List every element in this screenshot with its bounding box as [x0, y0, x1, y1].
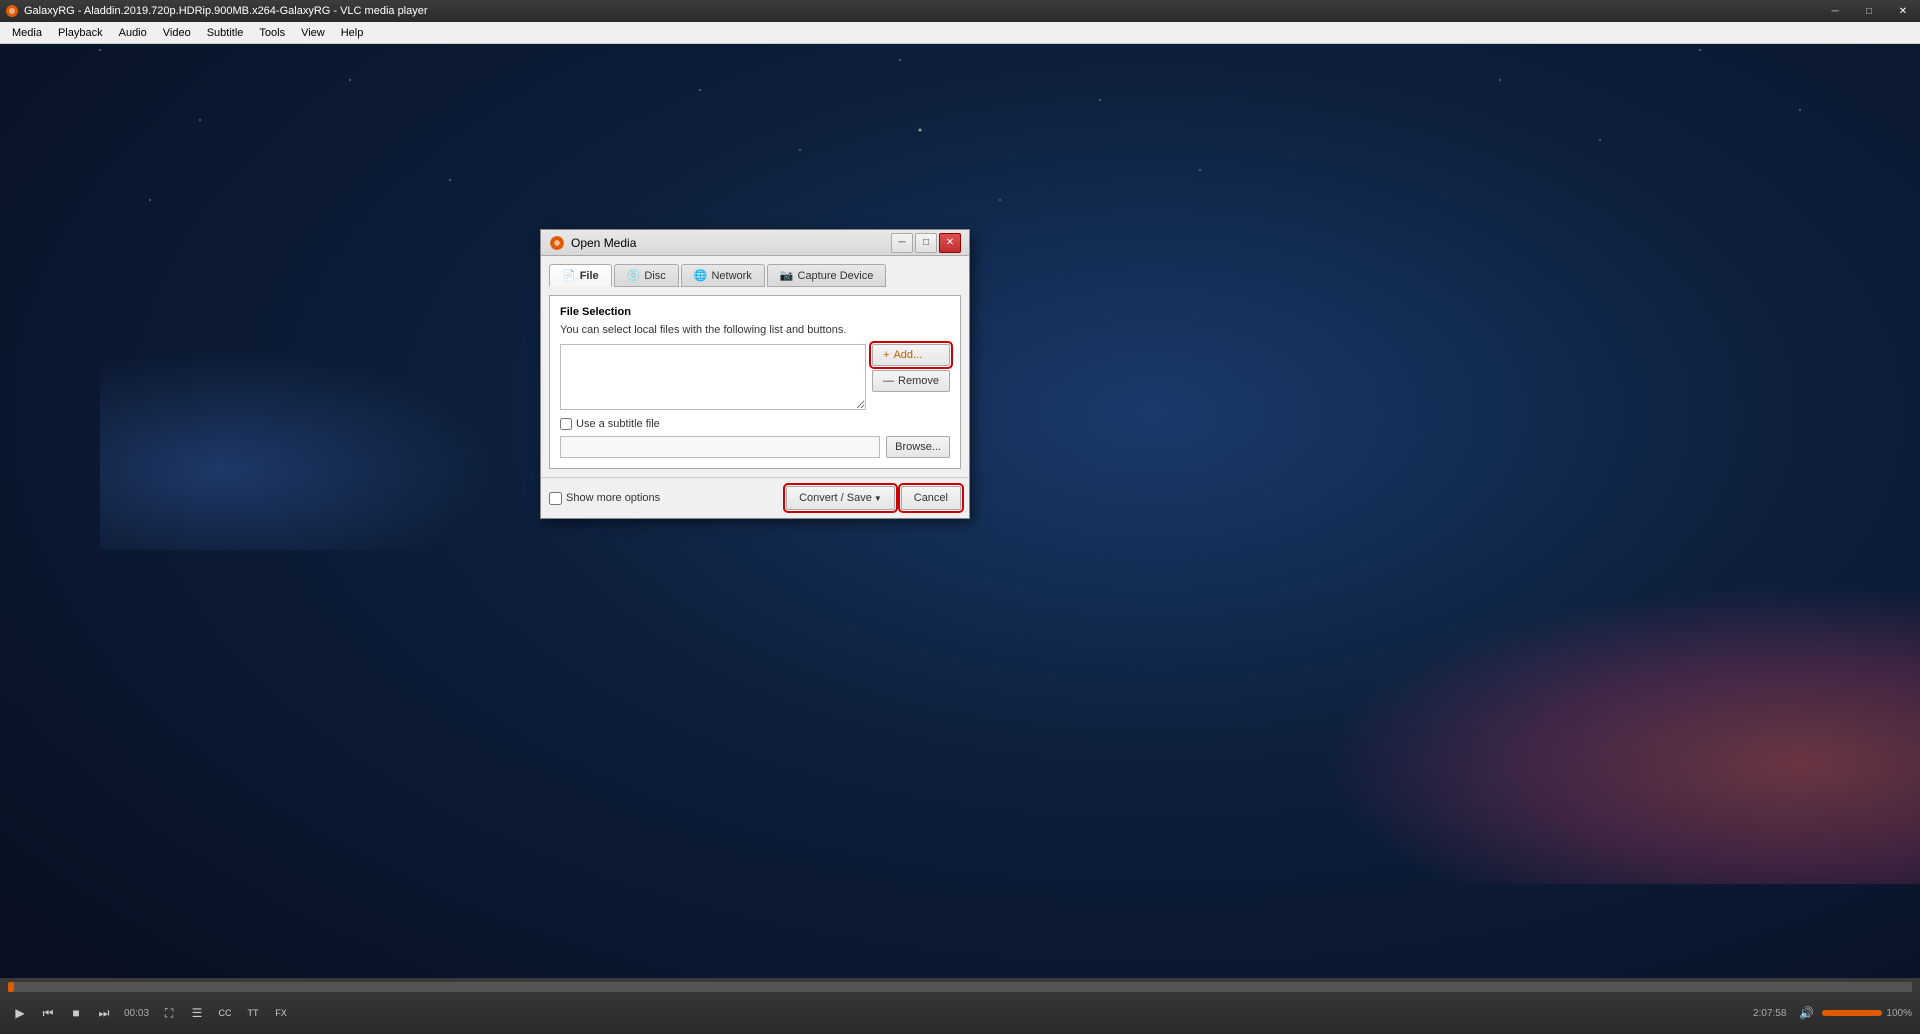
tab-file-label: File — [580, 270, 599, 282]
volume-area: 🔊 100% — [1794, 1001, 1912, 1025]
subtitle-input[interactable] — [560, 436, 880, 458]
titlebar-buttons: ─ □ ✕ — [1818, 0, 1920, 22]
tab-bar: 📄 File 💿 Disc 🌐 Network 📷 Capture Device — [549, 264, 961, 287]
convert-save-button[interactable]: Convert / Save ▼ — [786, 486, 895, 510]
file-section-title: File Selection — [560, 306, 950, 318]
minimize-button[interactable]: ─ — [1818, 0, 1852, 22]
tab-disc[interactable]: 💿 Disc — [614, 264, 679, 287]
prev-button[interactable]: ⏮ — [36, 1001, 60, 1025]
time-current: 00:03 — [124, 1008, 149, 1019]
next-button[interactable]: ⏭ — [92, 1001, 116, 1025]
bottombar: ▶ ⏮ ■ ⏭ 00:03 ⛶ ☰ CC TT FX 2:07:58 🔊 100… — [0, 978, 1920, 1034]
titlebar: GalaxyRG - Aladdin.2019.720p.HDRip.900MB… — [0, 0, 1920, 22]
menu-subtitle[interactable]: Subtitle — [199, 23, 252, 43]
file-tab-content: File Selection You can select local file… — [549, 295, 961, 469]
dropdown-arrow-icon: ▼ — [874, 494, 882, 503]
tab-capture[interactable]: 📷 Capture Device — [767, 264, 887, 287]
fullscreen-button[interactable]: ⛶ — [157, 1001, 181, 1025]
tab-file[interactable]: 📄 File — [549, 264, 612, 287]
menu-audio[interactable]: Audio — [111, 23, 155, 43]
play-button[interactable]: ▶ — [8, 1001, 32, 1025]
menu-tools[interactable]: Tools — [251, 23, 293, 43]
show-more-checkbox[interactable] — [549, 492, 562, 505]
add-button-label: Add... — [893, 349, 922, 361]
subtitle-input-row: Browse... — [560, 436, 950, 458]
convert-save-label: Convert / Save — [799, 492, 872, 504]
plus-icon: + — [883, 349, 889, 361]
tab-disc-label: Disc — [644, 270, 665, 282]
file-tab-icon: 📄 — [562, 269, 576, 282]
volume-icon[interactable]: 🔊 — [1794, 1001, 1818, 1025]
progress-bar[interactable] — [8, 982, 1912, 992]
capture-tab-icon: 📷 — [780, 269, 794, 282]
file-section-desc: You can select local files with the foll… — [560, 324, 950, 336]
dialog-titlebar: Open Media ─ □ ✕ — [541, 230, 969, 256]
dialog-overlay: Open Media ─ □ ✕ 📄 File 💿 Disc 🌐 — [0, 44, 1920, 978]
menu-help[interactable]: Help — [333, 23, 372, 43]
tab-network-label: Network — [711, 270, 751, 282]
maximize-button[interactable]: □ — [1852, 0, 1886, 22]
remove-button[interactable]: — Remove — [872, 370, 950, 392]
tab-network[interactable]: 🌐 Network — [681, 264, 765, 287]
disc-tab-icon: 💿 — [627, 269, 641, 282]
stop-button[interactable]: ■ — [64, 1001, 88, 1025]
close-button[interactable]: ✕ — [1886, 0, 1920, 22]
menu-video[interactable]: Video — [155, 23, 199, 43]
dialog-vlc-icon — [549, 235, 565, 251]
remove-button-label: Remove — [898, 375, 939, 387]
menu-playback[interactable]: Playback — [50, 23, 111, 43]
menu-media[interactable]: Media — [4, 23, 50, 43]
teletext-button[interactable]: TT — [241, 1001, 265, 1025]
tab-capture-label: Capture Device — [798, 270, 874, 282]
minus-icon: — — [883, 375, 894, 387]
add-button[interactable]: + Add... — [872, 344, 950, 366]
file-area: + Add... — Remove — [560, 344, 950, 410]
dialog-title: Open Media — [571, 236, 891, 250]
menubar: Media Playback Audio Video Subtitle Tool… — [0, 22, 1920, 44]
show-more-wrapper: Show more options — [549, 492, 660, 505]
cancel-button[interactable]: Cancel — [901, 486, 961, 510]
titlebar-title: GalaxyRG - Aladdin.2019.720p.HDRip.900MB… — [24, 5, 1818, 17]
extended-settings-button[interactable]: ☰ — [185, 1001, 209, 1025]
dialog-close-button[interactable]: ✕ — [939, 233, 961, 253]
browse-button[interactable]: Browse... — [886, 436, 950, 458]
effects-button[interactable]: FX — [269, 1001, 293, 1025]
dialog-titlebar-buttons: ─ □ ✕ — [891, 233, 961, 253]
menu-view[interactable]: View — [293, 23, 333, 43]
time-total: 2:07:58 — [1753, 1008, 1786, 1019]
show-more-label: Show more options — [566, 492, 660, 504]
progress-fill — [8, 982, 14, 992]
open-media-dialog: Open Media ─ □ ✕ 📄 File 💿 Disc 🌐 — [540, 229, 970, 519]
dialog-maximize-button[interactable]: □ — [915, 233, 937, 253]
volume-slider[interactable] — [1822, 1010, 1882, 1016]
subtitle-row: Use a subtitle file — [560, 418, 950, 430]
file-buttons: + Add... — Remove — [872, 344, 950, 410]
volume-fill — [1822, 1010, 1882, 1016]
subtitle-checkbox-label: Use a subtitle file — [576, 418, 660, 430]
file-list[interactable] — [560, 344, 866, 410]
volume-label: 100% — [1886, 1008, 1912, 1019]
subtitle-checkbox-wrapper: Use a subtitle file — [560, 418, 660, 430]
app-icon — [4, 3, 20, 19]
dialog-footer: Show more options Convert / Save ▼ Cance… — [541, 477, 969, 518]
subtitle-checkbox[interactable] — [560, 418, 572, 430]
dialog-minimize-button[interactable]: ─ — [891, 233, 913, 253]
network-tab-icon: 🌐 — [694, 269, 708, 282]
subtitle-button[interactable]: CC — [213, 1001, 237, 1025]
dialog-body: 📄 File 💿 Disc 🌐 Network 📷 Capture Device — [541, 256, 969, 477]
controls-row: ▶ ⏮ ■ ⏭ 00:03 ⛶ ☰ CC TT FX 2:07:58 🔊 100… — [0, 992, 1920, 1034]
